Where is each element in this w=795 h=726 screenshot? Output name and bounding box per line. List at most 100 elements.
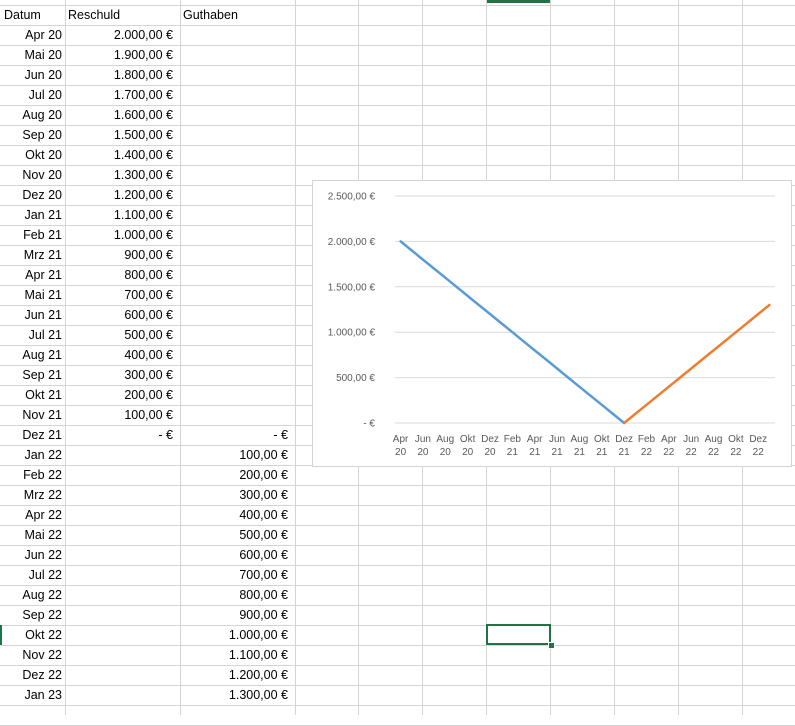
- cell-guthaben[interactable]: [180, 326, 295, 345]
- cell-reschuld[interactable]: [65, 466, 180, 485]
- cell-datum[interactable]: Mai 20: [0, 46, 65, 65]
- cell-datum[interactable]: Feb 22: [0, 466, 65, 485]
- cell-reschuld[interactable]: 600,00 €: [65, 306, 180, 325]
- cell-reschuld[interactable]: 500,00 €: [65, 326, 180, 345]
- cell-guthaben[interactable]: 600,00 €: [180, 546, 295, 565]
- cell-guthaben[interactable]: 1.000,00 €: [180, 626, 295, 645]
- cell-datum[interactable]: Mai 21: [0, 286, 65, 305]
- cell-datum[interactable]: Dez 22: [0, 666, 65, 685]
- cell-guthaben[interactable]: [180, 66, 295, 85]
- cell-datum[interactable]: Okt 20: [0, 146, 65, 165]
- cell-guthaben[interactable]: [180, 386, 295, 405]
- cell-reschuld[interactable]: [65, 506, 180, 525]
- cell-reschuld[interactable]: [65, 646, 180, 665]
- cell-datum[interactable]: Aug 22: [0, 586, 65, 605]
- cell-reschuld[interactable]: 800,00 €: [65, 266, 180, 285]
- cell-guthaben[interactable]: 300,00 €: [180, 486, 295, 505]
- series-line-guthaben[interactable]: [622, 303, 771, 425]
- cell-datum[interactable]: Mrz 21: [0, 246, 65, 265]
- cell-guthaben[interactable]: 900,00 €: [180, 606, 295, 625]
- cell-datum[interactable]: Okt 22: [0, 626, 65, 645]
- cell-guthaben[interactable]: 200,00 €: [180, 466, 295, 485]
- cell-datum[interactable]: Feb 21: [0, 226, 65, 245]
- cell-datum[interactable]: Apr 21: [0, 266, 65, 285]
- cell-guthaben[interactable]: [180, 406, 295, 425]
- cell-reschuld[interactable]: 1.800,00 €: [65, 66, 180, 85]
- active-cell-selection[interactable]: [486, 624, 551, 645]
- cell-reschuld[interactable]: 300,00 €: [65, 366, 180, 385]
- cell-guthaben[interactable]: [180, 86, 295, 105]
- cell-datum[interactable]: Dez 20: [0, 186, 65, 205]
- cell-reschuld[interactable]: 1.100,00 €: [65, 206, 180, 225]
- cell-guthaben[interactable]: 1.200,00 €: [180, 666, 295, 685]
- cell-reschuld[interactable]: 400,00 €: [65, 346, 180, 365]
- cell-datum[interactable]: Dez 21: [0, 426, 65, 445]
- cell-guthaben[interactable]: - €: [180, 426, 295, 445]
- cell-reschuld[interactable]: 1.000,00 €: [65, 226, 180, 245]
- cell-datum[interactable]: Jun 21: [0, 306, 65, 325]
- cell-reschuld[interactable]: 1.700,00 €: [65, 86, 180, 105]
- cell-datum[interactable]: Jan 23: [0, 686, 65, 705]
- cell-reschuld[interactable]: [65, 526, 180, 545]
- cell-guthaben[interactable]: [180, 286, 295, 305]
- cell-datum[interactable]: Aug 21: [0, 346, 65, 365]
- cell-guthaben[interactable]: 700,00 €: [180, 566, 295, 585]
- cell-datum[interactable]: Jun 22: [0, 546, 65, 565]
- cell-reschuld[interactable]: 100,00 €: [65, 406, 180, 425]
- cell-guthaben[interactable]: [180, 226, 295, 245]
- cell-reschuld[interactable]: 2.000,00 €: [65, 26, 180, 45]
- cell-guthaben[interactable]: 800,00 €: [180, 586, 295, 605]
- cell-reschuld[interactable]: 1.200,00 €: [65, 186, 180, 205]
- cell-guthaben[interactable]: [180, 46, 295, 65]
- cell-datum[interactable]: Jul 21: [0, 326, 65, 345]
- header-guthaben[interactable]: Guthaben: [180, 6, 295, 25]
- cell-reschuld[interactable]: 200,00 €: [65, 386, 180, 405]
- cell-reschuld[interactable]: 700,00 €: [65, 286, 180, 305]
- cell-reschuld[interactable]: [65, 626, 180, 645]
- cell-datum[interactable]: Nov 21: [0, 406, 65, 425]
- cell-datum[interactable]: Jan 21: [0, 206, 65, 225]
- cell-datum[interactable]: Nov 22: [0, 646, 65, 665]
- cell-guthaben[interactable]: 400,00 €: [180, 506, 295, 525]
- cell-guthaben[interactable]: [180, 186, 295, 205]
- cell-guthaben[interactable]: [180, 106, 295, 125]
- cell-datum[interactable]: Nov 20: [0, 166, 65, 185]
- cell-datum[interactable]: Sep 20: [0, 126, 65, 145]
- cell-reschuld[interactable]: 900,00 €: [65, 246, 180, 265]
- cell-guthaben[interactable]: 100,00 €: [180, 446, 295, 465]
- cell-datum[interactable]: Jun 20: [0, 66, 65, 85]
- cell-datum[interactable]: Jul 22: [0, 566, 65, 585]
- cell-guthaben[interactable]: [180, 306, 295, 325]
- cell-reschuld[interactable]: 1.600,00 €: [65, 106, 180, 125]
- cell-guthaben[interactable]: [180, 266, 295, 285]
- cell-guthaben[interactable]: [180, 26, 295, 45]
- cell-guthaben[interactable]: 1.300,00 €: [180, 686, 295, 705]
- cell-reschuld[interactable]: [65, 486, 180, 505]
- cell-datum[interactable]: Jan 22: [0, 446, 65, 465]
- cell-datum[interactable]: Sep 21: [0, 366, 65, 385]
- cell-guthaben[interactable]: [180, 146, 295, 165]
- header-datum[interactable]: Datum: [0, 6, 65, 25]
- cell-guthaben[interactable]: [180, 126, 295, 145]
- cell-guthaben[interactable]: [180, 246, 295, 265]
- cell-reschuld[interactable]: 1.400,00 €: [65, 146, 180, 165]
- cell-guthaben[interactable]: [180, 366, 295, 385]
- fill-handle[interactable]: [548, 642, 555, 649]
- line-chart[interactable]: - € 500,00 € 1.000,00 € 1.500,00 € 2.000,00 …: [312, 180, 792, 467]
- cell-reschuld[interactable]: [65, 566, 180, 585]
- cell-guthaben[interactable]: 1.100,00 €: [180, 646, 295, 665]
- cell-datum[interactable]: Apr 22: [0, 506, 65, 525]
- cell-reschuld[interactable]: [65, 586, 180, 605]
- cell-reschuld[interactable]: 1.500,00 €: [65, 126, 180, 145]
- cell-reschuld[interactable]: [65, 686, 180, 705]
- cell-datum[interactable]: Okt 21: [0, 386, 65, 405]
- cell-guthaben[interactable]: [180, 166, 295, 185]
- cell-reschuld[interactable]: [65, 666, 180, 685]
- cell-datum[interactable]: Mrz 22: [0, 486, 65, 505]
- cell-reschuld[interactable]: [65, 606, 180, 625]
- cell-guthaben[interactable]: [180, 346, 295, 365]
- cell-datum[interactable]: Apr 20: [0, 26, 65, 45]
- cell-reschuld[interactable]: [65, 446, 180, 465]
- cell-reschuld[interactable]: [65, 546, 180, 565]
- cell-guthaben[interactable]: [180, 206, 295, 225]
